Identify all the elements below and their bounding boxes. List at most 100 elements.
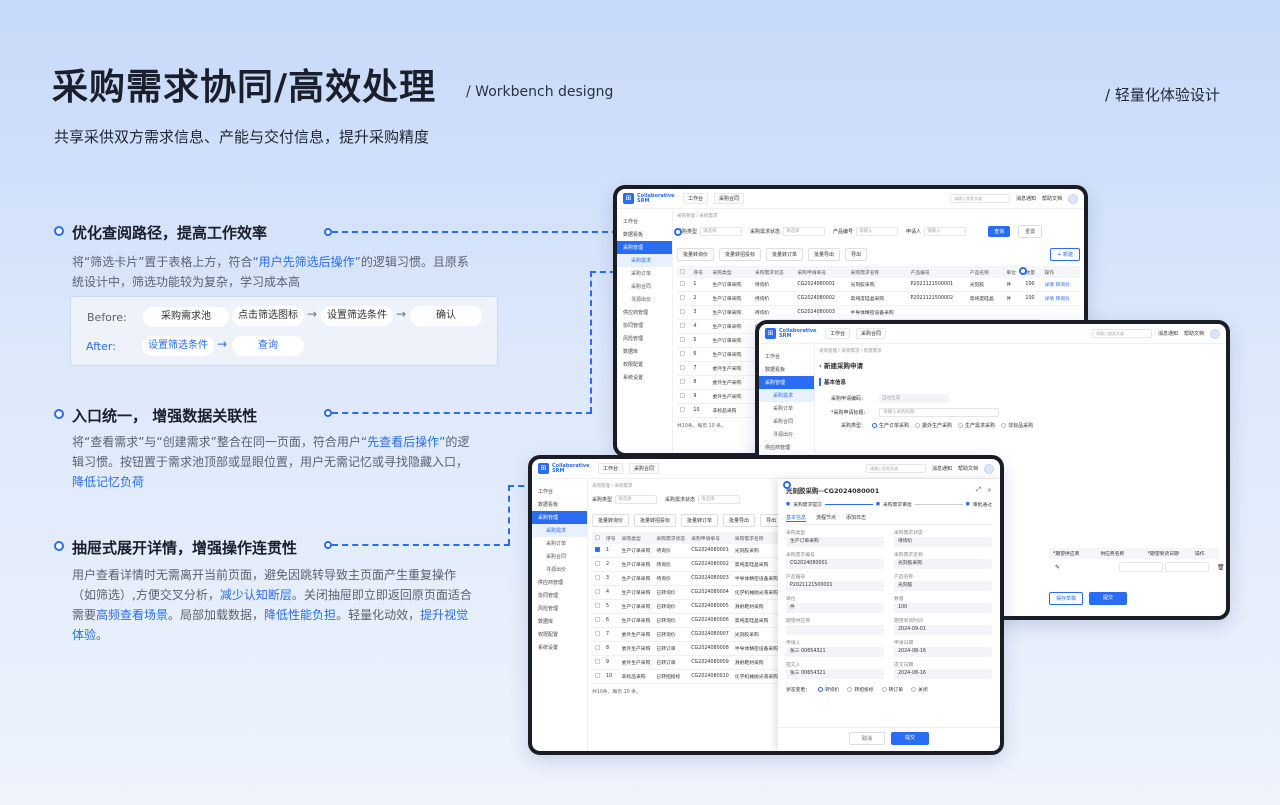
action-button[interactable]: 批量转招投标 [634,514,677,527]
radio[interactable] [847,687,853,692]
field-value[interactable]: 张三 00654321 [786,647,884,657]
row-checkbox[interactable] [595,645,600,650]
sidebar-sub-contract[interactable]: 采购合同 [617,280,672,293]
tab-contract[interactable]: 采购合同 [856,328,887,339]
edit-icon[interactable]: ✎ [1055,564,1060,571]
notify-link[interactable]: 消息通知 [932,465,952,472]
create-button[interactable]: + 新建 [1050,248,1080,261]
reset-button[interactable]: 重置 [1018,225,1043,238]
row-action-link[interactable]: 详情 [1044,297,1055,302]
tab-workbench[interactable]: 工作台 [825,328,851,339]
notify-link[interactable]: 消息通知 [1016,195,1036,202]
sidebar-item-collab[interactable]: 协同管理 [532,589,587,602]
applicant-input[interactable]: 请输入 [924,227,967,236]
row-checkbox[interactable] [595,617,600,622]
field-value[interactable]: 张三 00654321 [786,669,884,679]
row-checkbox[interactable] [595,659,600,664]
drawer-tab[interactable]: 基本信息 [786,514,807,522]
help-link[interactable]: 帮助文档 [1184,330,1204,337]
row-checkbox[interactable] [680,337,685,342]
sidebar-sub-contract[interactable]: 采购合同 [532,550,587,563]
sidebar-item-db[interactable]: 数据库 [617,345,672,358]
row-action-link[interactable]: 详情 [1044,283,1055,288]
title-input[interactable]: 请输入采购标题 [879,408,999,417]
sidebar-item-risk[interactable]: 风险管理 [617,332,672,345]
status-select[interactable]: 请选择 [783,227,826,236]
help-link[interactable]: 帮助文档 [958,465,978,472]
field-value[interactable]: 待询价 [894,537,992,547]
sidebar-item-settings[interactable]: 系统设置 [532,641,587,654]
query-button[interactable]: 查询 [988,226,1011,237]
sidebar-item-dashboard[interactable]: 数据看板 [759,363,814,376]
row-checkbox[interactable] [595,589,600,594]
save-draft-button[interactable]: 保存草稿 [1049,592,1084,605]
search-input[interactable]: 请输入搜索关键 [865,464,926,473]
table-row[interactable]: 10非标品采购已转招投标CG2024080010化学机械抛光液采购 [592,669,781,684]
delete-icon[interactable]: 🗑 [1217,564,1225,571]
sidebar-item-workbench[interactable]: 工作台 [617,215,672,228]
action-button[interactable]: 批量导出 [723,514,756,527]
tab-workbench[interactable]: 工作台 [683,193,709,204]
cancel-button[interactable]: 取消 [848,732,885,745]
tab-contract[interactable]: 采购合同 [714,193,745,204]
sidebar-sub-order[interactable]: 采购订单 [617,267,672,280]
field-value[interactable]: 生产订单采购 [786,537,884,547]
row-checkbox[interactable] [680,407,685,412]
avatar[interactable] [1210,328,1220,339]
radio[interactable] [872,423,878,428]
sidebar-item-purchase[interactable]: 采购管理 [759,376,814,389]
sidebar-item-db[interactable]: 数据库 [532,615,587,628]
action-button[interactable]: 批量转询价 [592,514,630,527]
action-button[interactable]: 导出 [845,248,868,261]
status-select[interactable]: 请选择 [698,495,741,504]
sidebar-item-purchase[interactable]: 采购管理 [532,511,587,524]
row-checkbox[interactable] [680,281,685,286]
radio[interactable] [1001,423,1007,428]
field-value[interactable] [786,625,884,635]
expand-icon[interactable]: ⤢ [976,486,981,494]
sidebar-item-dashboard[interactable]: 数据看板 [532,498,587,511]
table-row[interactable]: 7委外生产采购已转询价CG2024080007光刻胶采购 [592,627,781,642]
sidebar-sub-bidding[interactable]: 寻源出价 [759,428,814,441]
supplier-name-input[interactable] [1119,562,1163,572]
radio[interactable] [958,423,964,428]
type-select[interactable]: 请选择 [700,227,743,236]
drawer-tab[interactable]: 添加日志 [846,514,866,522]
sidebar-item-perm[interactable]: 权限配置 [617,358,672,371]
notify-link[interactable]: 消息通知 [1158,330,1178,337]
table-row[interactable]: 4生产订单采购已转询价CG2024080004化学机械抛光液采购 [592,585,781,600]
field-value[interactable]: 光刻胶采购 [894,559,992,569]
table-row[interactable]: 6生产订单采购已转询价CG2024080006高纯度硅晶采购 [592,613,781,628]
drawer-tab[interactable]: 流程节点 [816,514,836,522]
row-checkbox[interactable] [680,295,685,300]
table-row[interactable]: 1 生产订单采购 待询价 CG2024080001 光刻胶采购 P202112150000… [677,278,1080,292]
row-checkbox[interactable] [680,323,685,328]
field-value[interactable]: CG2024080001 [786,559,884,569]
table-row[interactable]: 5生产订单采购已转询价CG2024080005溅射靶材采购 [592,599,781,614]
row-checkbox[interactable] [595,631,600,636]
radio[interactable] [915,423,921,428]
field-value[interactable]: 100 [894,603,992,613]
row-checkbox[interactable] [595,547,600,552]
field-value[interactable]: 光刻胶 [894,581,992,591]
sidebar-sub-demand[interactable]: 采购需求 [617,254,672,267]
action-button[interactable]: 批量转订单 [681,514,719,527]
avatar[interactable] [984,463,994,474]
sidebar-item-collab[interactable]: 协同管理 [617,319,672,332]
help-link[interactable]: 帮助文档 [1042,195,1062,202]
action-button[interactable]: 批量转招投标 [719,248,762,261]
sidebar-sub-demand[interactable]: 采购需求 [759,389,814,402]
row-checkbox[interactable] [595,575,600,580]
row-checkbox[interactable] [595,561,600,566]
sidebar-item-supplier[interactable]: 供应商管理 [759,441,814,454]
action-button[interactable]: 批量转订单 [766,248,804,261]
field-value[interactable]: 2024-08-16 [894,669,992,679]
sidebar-sub-bidding[interactable]: 寻源出价 [617,293,672,306]
sidebar-item-workbench[interactable]: 工作台 [532,485,587,498]
drawer-submit-button[interactable]: 提交 [891,732,930,745]
table-row[interactable]: 8委外生产采购已转订单CG2024080008半导体精密设备采购 [592,641,781,656]
type-select[interactable]: 请选择 [615,495,658,504]
sidebar-sub-demand[interactable]: 采购需求 [532,524,587,537]
sidebar-item-purchase[interactable]: 采购管理 [617,241,672,254]
row-checkbox[interactable] [680,351,685,356]
